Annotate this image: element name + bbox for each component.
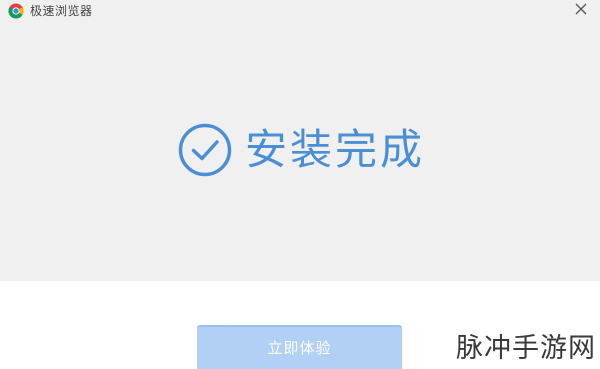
installer-window: 极速浏览器 安装完成 立即体验 脉冲手游网 [0, 0, 600, 369]
watermark-text: 脉冲手游网 [456, 333, 596, 364]
status-panel: 极速浏览器 安装完成 [0, 0, 600, 281]
status-message: 安装完成 [245, 125, 426, 174]
close-icon[interactable] [572, 0, 590, 18]
check-circle-icon [178, 123, 232, 177]
title-bar: 极速浏览器 [0, 0, 600, 22]
install-status: 安装完成 [0, 120, 600, 180]
chrome-logo-icon [8, 3, 24, 19]
app-title: 极速浏览器 [30, 4, 93, 18]
start-experience-button[interactable]: 立即体验 [197, 325, 402, 369]
